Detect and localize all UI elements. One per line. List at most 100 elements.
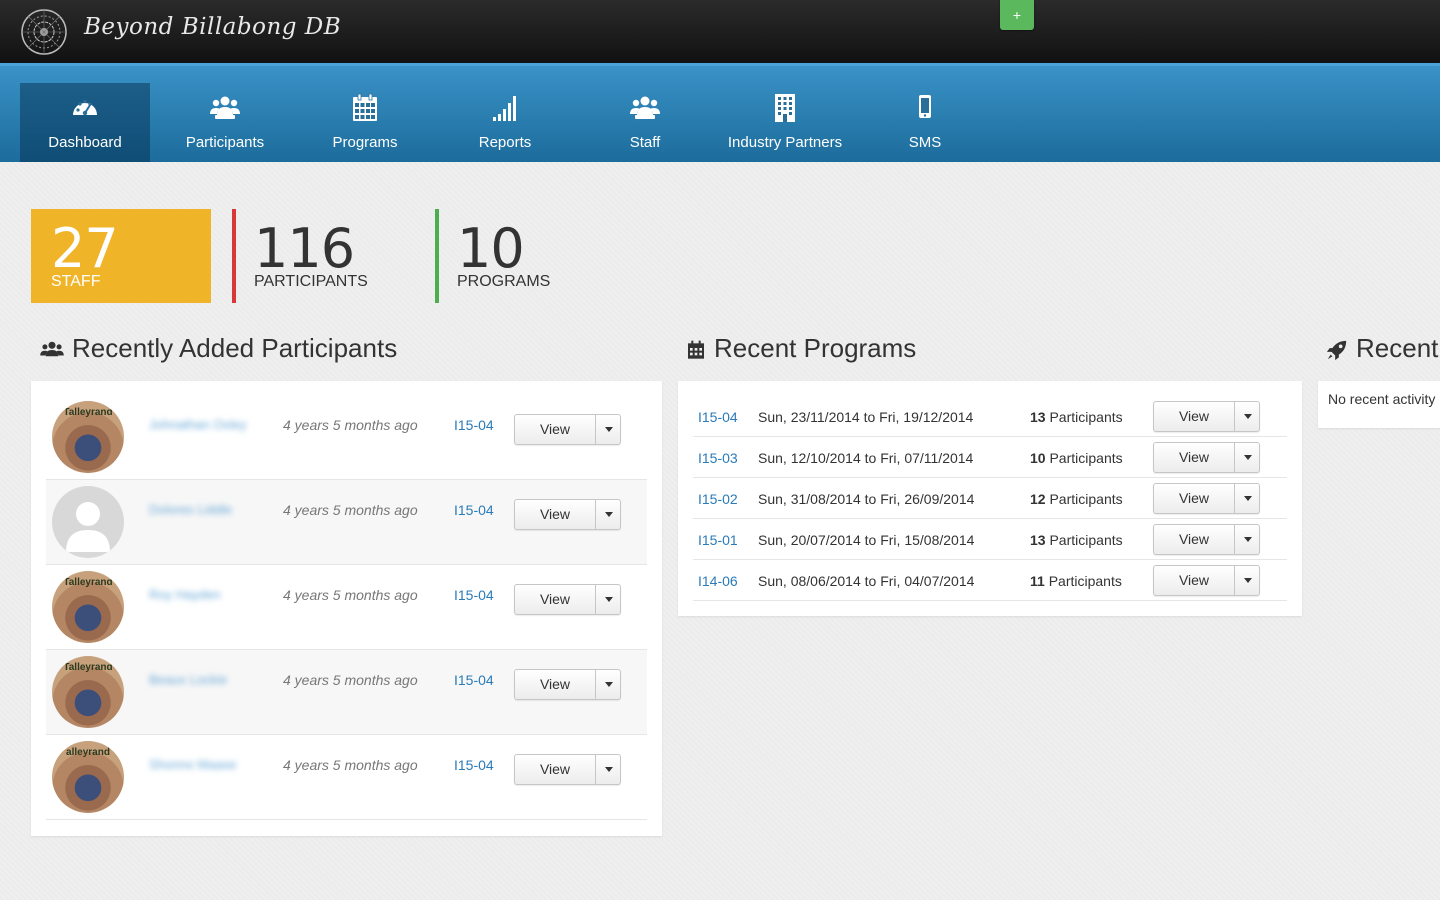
- logo-icon[interactable]: [20, 8, 68, 56]
- nav-participants[interactable]: Participants: [160, 83, 290, 162]
- participant-name-link[interactable]: Beaux Lockie: [149, 672, 227, 687]
- table-row[interactable]: Dolores Liddle 4 years 5 months ago I15-…: [46, 480, 647, 565]
- caret-down-icon[interactable]: [597, 670, 621, 699]
- table-row[interactable]: I15-01 Sun, 20/07/2014 to Fri, 15/08/201…: [693, 519, 1287, 560]
- table-row[interactable]: Talleyrand Beaux Lockie 4 years 5 months…: [46, 650, 647, 735]
- caret-down-icon[interactable]: [1236, 566, 1260, 595]
- table-row[interactable]: I15-02 Sun, 31/08/2014 to Fri, 26/09/201…: [693, 478, 1287, 519]
- avatar-sign-text: alleyrand: [66, 747, 110, 758]
- added-time: 4 years 5 months ago: [283, 502, 418, 518]
- count-value: 11: [1030, 573, 1045, 589]
- program-link[interactable]: I15-04: [454, 587, 494, 603]
- program-link[interactable]: I15-02: [698, 491, 738, 507]
- building-icon: [775, 94, 795, 122]
- program-link[interactable]: I15-03: [698, 450, 738, 466]
- table-row[interactable]: Talleyrand Johnathan Oxley 4 years 5 mon…: [46, 395, 647, 480]
- section-title: Recently Added Participants: [72, 333, 398, 363]
- table-row[interactable]: I15-03 Sun, 12/10/2014 to Fri, 07/11/201…: [693, 437, 1287, 478]
- stat-value: 116: [254, 217, 355, 280]
- add-button[interactable]: +: [1000, 0, 1034, 30]
- table-row[interactable]: alleyrand Shonno Maase 4 years 5 months …: [46, 735, 647, 820]
- caret-down-icon[interactable]: [1236, 402, 1260, 431]
- view-button[interactable]: View: [515, 585, 596, 614]
- nav-label: Reports: [478, 134, 532, 151]
- count-label: Participants: [1049, 409, 1123, 425]
- program-link[interactable]: I15-01: [698, 532, 738, 548]
- program-link[interactable]: I15-04: [454, 417, 494, 433]
- view-button[interactable]: View: [515, 670, 596, 699]
- participant-name-link[interactable]: Roy Hayden: [149, 587, 221, 602]
- count-value: 10: [1030, 450, 1046, 466]
- participant-count: 12 Participants: [1030, 491, 1123, 507]
- participant-count: 11 Participants: [1030, 573, 1122, 589]
- nav-dashboard[interactable]: Dashboard: [20, 83, 150, 162]
- added-time: 4 years 5 months ago: [283, 587, 418, 603]
- stat-participants[interactable]: 116 PARTICIPANTS: [232, 209, 422, 303]
- caret-down-icon[interactable]: [1236, 484, 1260, 513]
- recent-programs-heading: Recent Programs: [686, 333, 916, 364]
- stat-label: PARTICIPANTS: [254, 273, 368, 290]
- table-row[interactable]: I15-04 Sun, 23/11/2014 to Fri, 19/12/201…: [693, 396, 1287, 437]
- stat-staff[interactable]: 27 STAFF: [31, 209, 211, 303]
- caret-down-icon[interactable]: [597, 755, 621, 784]
- view-button-group: View: [1153, 524, 1260, 555]
- view-button[interactable]: View: [1154, 566, 1235, 595]
- added-time: 4 years 5 months ago: [283, 757, 418, 773]
- stat-label: STAFF: [51, 273, 101, 290]
- participant-count: 13 Participants: [1030, 409, 1123, 425]
- caret-down-icon[interactable]: [1236, 525, 1260, 554]
- count-value: 13: [1030, 532, 1046, 548]
- view-button[interactable]: View: [1154, 525, 1235, 554]
- view-button[interactable]: View: [1154, 443, 1235, 472]
- program-link[interactable]: I14-06: [698, 573, 738, 589]
- stat-programs[interactable]: 10 PROGRAMS: [435, 209, 625, 303]
- table-row[interactable]: I14-06 Sun, 08/06/2014 to Fri, 04/07/201…: [693, 560, 1287, 601]
- view-button[interactable]: View: [515, 755, 596, 784]
- added-time: 4 years 5 months ago: [283, 417, 418, 433]
- count-label: Participants: [1048, 573, 1122, 589]
- caret-down-icon[interactable]: [597, 500, 621, 529]
- count-label: Participants: [1049, 450, 1123, 466]
- view-button-group: View: [514, 499, 621, 530]
- caret-down-icon[interactable]: [597, 415, 621, 444]
- nav-label: SMS: [908, 134, 942, 151]
- count-label: Participants: [1049, 532, 1123, 548]
- nav-industry-partners[interactable]: Industry Partners: [720, 83, 850, 162]
- view-button[interactable]: View: [515, 500, 596, 529]
- view-button[interactable]: View: [1154, 402, 1235, 431]
- caret-down-icon[interactable]: [597, 585, 621, 614]
- nav-label: Programs: [332, 134, 398, 151]
- participant-name-link[interactable]: Johnathan Oxley: [149, 417, 247, 432]
- avatar[interactable]: Talleyrand: [52, 571, 124, 643]
- caret-down-icon[interactable]: [1236, 443, 1260, 472]
- program-dates: Sun, 31/08/2014 to Fri, 26/09/2014: [758, 491, 975, 507]
- view-button-group: View: [1153, 401, 1260, 432]
- app-title[interactable]: Beyond Billabong DB: [84, 14, 341, 40]
- avatar[interactable]: [52, 486, 124, 558]
- user-placeholder-icon: [66, 502, 110, 552]
- nav-staff[interactable]: Staff: [580, 83, 710, 162]
- nav-reports[interactable]: Reports: [440, 83, 570, 162]
- program-link[interactable]: I15-04: [454, 672, 494, 688]
- view-button[interactable]: View: [515, 415, 596, 444]
- nav-programs[interactable]: Programs: [300, 83, 430, 162]
- avatar[interactable]: Talleyrand: [52, 401, 124, 473]
- program-link[interactable]: I15-04: [698, 409, 738, 425]
- avatar-sign-text: Talleyrand: [63, 407, 113, 418]
- participant-name-link[interactable]: Shonno Maase: [149, 757, 236, 772]
- avatar[interactable]: alleyrand: [52, 741, 124, 813]
- section-title: Recent Programs: [714, 333, 917, 363]
- count-label: Participants: [1049, 491, 1123, 507]
- top-bar: Beyond Billabong DB +: [0, 0, 1440, 63]
- recent-activity-heading: Recent: [1326, 333, 1438, 364]
- count-value: 12: [1030, 491, 1046, 507]
- table-row[interactable]: Talleyrand Roy Hayden 4 years 5 months a…: [46, 565, 647, 650]
- participant-name-link[interactable]: Dolores Liddle: [149, 502, 232, 517]
- program-link[interactable]: I15-04: [454, 502, 494, 518]
- avatar[interactable]: Talleyrand: [52, 656, 124, 728]
- nav-sms[interactable]: SMS: [860, 83, 990, 162]
- stat-label: PROGRAMS: [457, 273, 551, 290]
- view-button[interactable]: View: [1154, 484, 1235, 513]
- recent-programs-panel: I15-04 Sun, 23/11/2014 to Fri, 19/12/201…: [678, 381, 1302, 616]
- program-link[interactable]: I15-04: [454, 757, 494, 773]
